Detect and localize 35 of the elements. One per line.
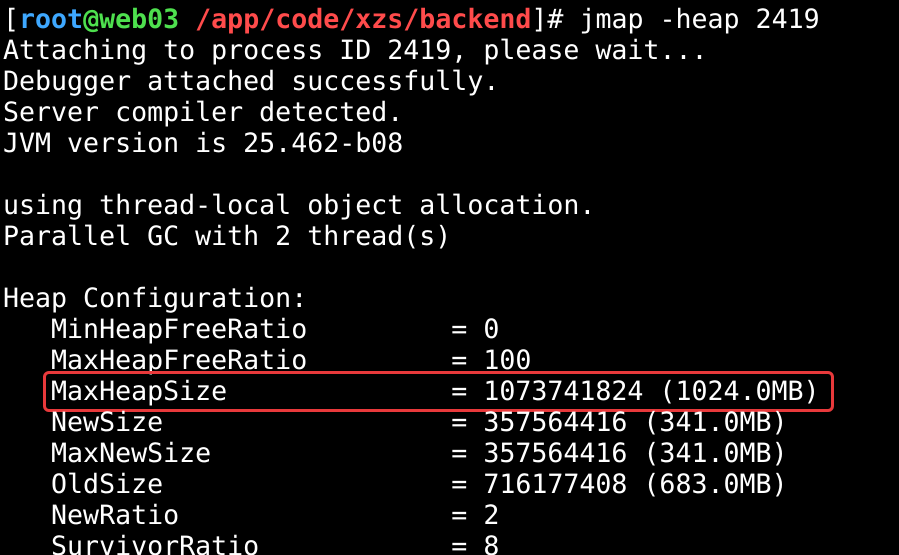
config-value: 716177408 (683.0MB) (483, 469, 788, 500)
prompt-symbol: ]# (531, 4, 564, 35)
config-key: MaxNewSize (51, 438, 452, 469)
section-heading: Heap Configuration: (3, 283, 308, 314)
output-line: Attaching to process ID 2419, please wait... (3, 35, 708, 66)
equals-sign: = (451, 500, 468, 531)
config-value: 357564416 (341.0MB) (483, 407, 788, 438)
config-key: OldSize (51, 469, 452, 500)
command-text: jmap -heap 2419 (579, 4, 820, 35)
config-key: NewRatio (51, 500, 452, 531)
equals-sign: = (451, 438, 468, 469)
config-key: NewSize (51, 407, 452, 438)
prompt-user: root (19, 4, 84, 35)
equals-sign: = (451, 345, 468, 376)
config-key: MinHeapFreeRatio (51, 314, 452, 345)
config-key: MaxHeapSize (51, 376, 452, 407)
config-value: 2 (483, 500, 500, 531)
output-line: JVM version is 25.462-b08 (3, 128, 404, 159)
config-value: 0 (483, 314, 500, 345)
equals-sign: = (451, 376, 468, 407)
output-line: Debugger attached successfully. (3, 66, 500, 97)
config-key: MaxHeapFreeRatio (51, 345, 452, 376)
output-line: Server compiler detected. (3, 97, 404, 128)
equals-sign: = (451, 407, 468, 438)
prompt-host: @web03 (83, 4, 180, 35)
config-value: 1073741824 (1024.0MB) (483, 376, 820, 407)
equals-sign: = (451, 469, 468, 500)
equals-sign: = (451, 531, 468, 555)
output-line: Parallel GC with 2 thread(s) (3, 221, 452, 252)
prompt-bracket: [ (3, 4, 20, 35)
config-value: 357564416 (341.0MB) (483, 438, 788, 469)
config-value: 100 (483, 345, 532, 376)
equals-sign: = (451, 314, 468, 345)
output-line: using thread-local object allocation. (3, 190, 596, 221)
prompt-path: /app/code/xzs/backend (195, 4, 532, 35)
